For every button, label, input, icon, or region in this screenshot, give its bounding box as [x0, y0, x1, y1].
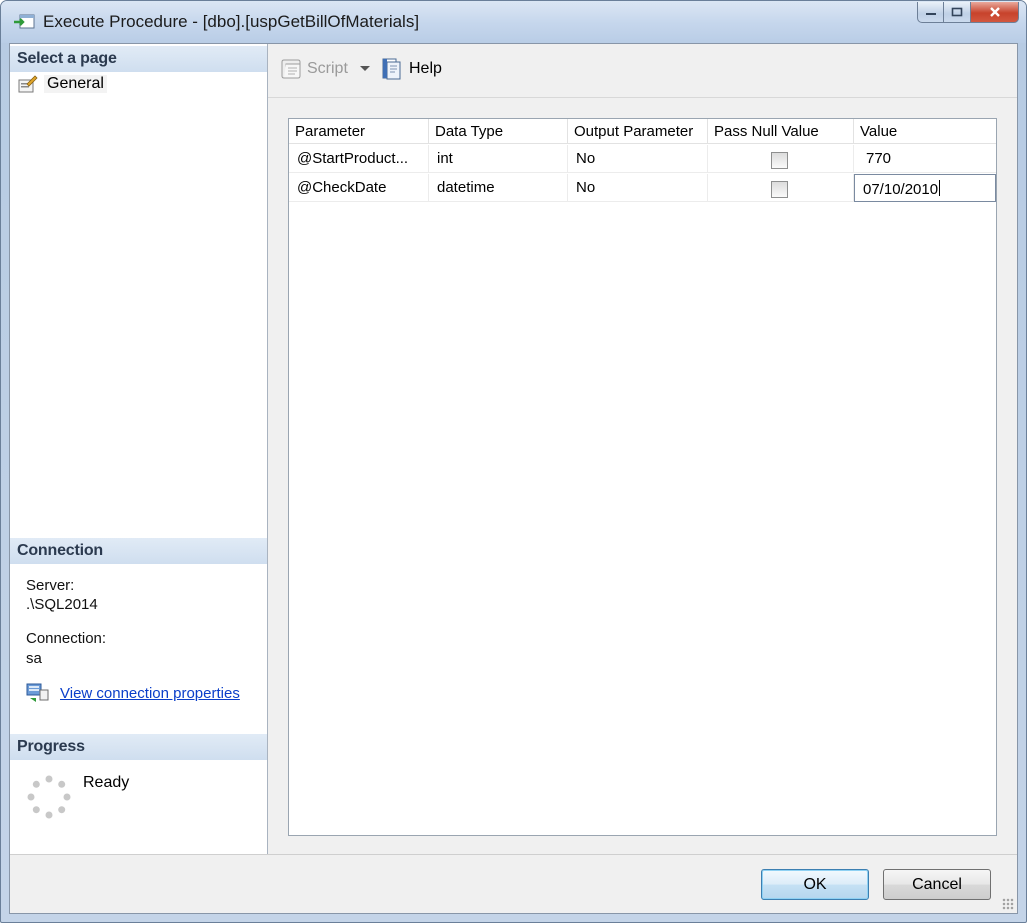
column-header-data-type[interactable]: Data Type: [429, 119, 568, 144]
maximize-icon: [951, 7, 963, 17]
help-icon: [382, 58, 401, 80]
value-edit-field[interactable]: 07/10/2010: [854, 174, 996, 202]
execute-procedure-icon: [14, 14, 35, 29]
select-page-header: Select a page: [10, 46, 267, 72]
right-pane: Script Help Parameter Data Type Output P…: [268, 44, 1017, 854]
server-value: .\SQL2014: [26, 596, 98, 613]
column-header-value[interactable]: Value: [854, 119, 996, 144]
connection-value: sa: [26, 650, 42, 667]
parameter-cell: @StartProduct...: [289, 145, 429, 173]
resize-grip-icon[interactable]: [1002, 898, 1014, 910]
grid-header-row: Parameter Data Type Output Parameter Pas…: [289, 119, 996, 144]
script-icon: [281, 59, 301, 79]
parameter-cell: @CheckDate: [289, 174, 429, 202]
help-label: Help: [409, 60, 442, 77]
pass-null-checkbox[interactable]: [771, 152, 788, 169]
close-button[interactable]: [971, 2, 1019, 23]
parameters-grid: Parameter Data Type Output Parameter Pas…: [288, 118, 997, 836]
connection-header: Connection: [10, 538, 267, 564]
data-type-cell: datetime: [429, 174, 568, 202]
output-parameter-cell: No: [568, 145, 708, 173]
server-label: Server:: [26, 577, 75, 594]
title-bar[interactable]: Execute Procedure - [dbo].[uspGetBillOfM…: [1, 1, 1026, 43]
script-label: Script: [307, 60, 348, 77]
view-connection-properties-link[interactable]: View connection properties: [60, 685, 240, 702]
close-icon: [989, 7, 1000, 17]
pass-null-cell: [708, 145, 854, 173]
left-pane: Select a page General Connection Server:…: [10, 44, 268, 854]
text-caret: [939, 180, 941, 196]
output-parameter-cell: No: [568, 174, 708, 202]
table-row[interactable]: @StartProduct... int No 770: [289, 145, 996, 173]
script-button[interactable]: Script: [279, 57, 348, 81]
pass-null-cell: [708, 174, 854, 202]
cancel-button[interactable]: Cancel: [883, 869, 991, 900]
value-cell[interactable]: 770: [854, 145, 996, 173]
toolbar: Script Help: [268, 44, 1017, 98]
window-title: Execute Procedure - [dbo].[uspGetBillOfM…: [43, 12, 420, 31]
table-row[interactable]: @CheckDate datetime No 07/10/2010: [289, 174, 996, 202]
minimize-icon: [925, 13, 936, 15]
progress-header: Progress: [10, 734, 267, 760]
pass-null-checkbox[interactable]: [771, 181, 788, 198]
page-item-general[interactable]: General: [18, 73, 107, 95]
script-dropdown-arrow-icon[interactable]: [360, 66, 370, 71]
value-edit-text: 07/10/2010: [863, 181, 939, 198]
progress-spinner-icon: [27, 775, 71, 819]
data-type-cell: int: [429, 145, 568, 173]
view-connection-properties[interactable]: View connection properties: [26, 682, 240, 704]
maximize-button[interactable]: [944, 2, 971, 23]
properties-page-icon: [18, 75, 38, 93]
column-header-parameter[interactable]: Parameter: [289, 119, 429, 144]
column-header-pass-null-value[interactable]: Pass Null Value: [708, 119, 854, 144]
minimize-button[interactable]: [917, 2, 944, 23]
connection-properties-icon: [26, 683, 49, 702]
connection-label: Connection:: [26, 630, 107, 647]
progress-status: Ready: [83, 774, 130, 791]
button-bar: OK Cancel: [10, 854, 1017, 913]
dialog-client-area: Select a page General Connection Server:…: [9, 43, 1018, 914]
execute-procedure-dialog: Execute Procedure - [dbo].[uspGetBillOfM…: [0, 0, 1027, 923]
help-button[interactable]: Help: [380, 57, 442, 81]
column-header-output-parameter[interactable]: Output Parameter: [568, 119, 708, 144]
ok-button[interactable]: OK: [761, 869, 869, 900]
page-item-label: General: [44, 75, 107, 93]
